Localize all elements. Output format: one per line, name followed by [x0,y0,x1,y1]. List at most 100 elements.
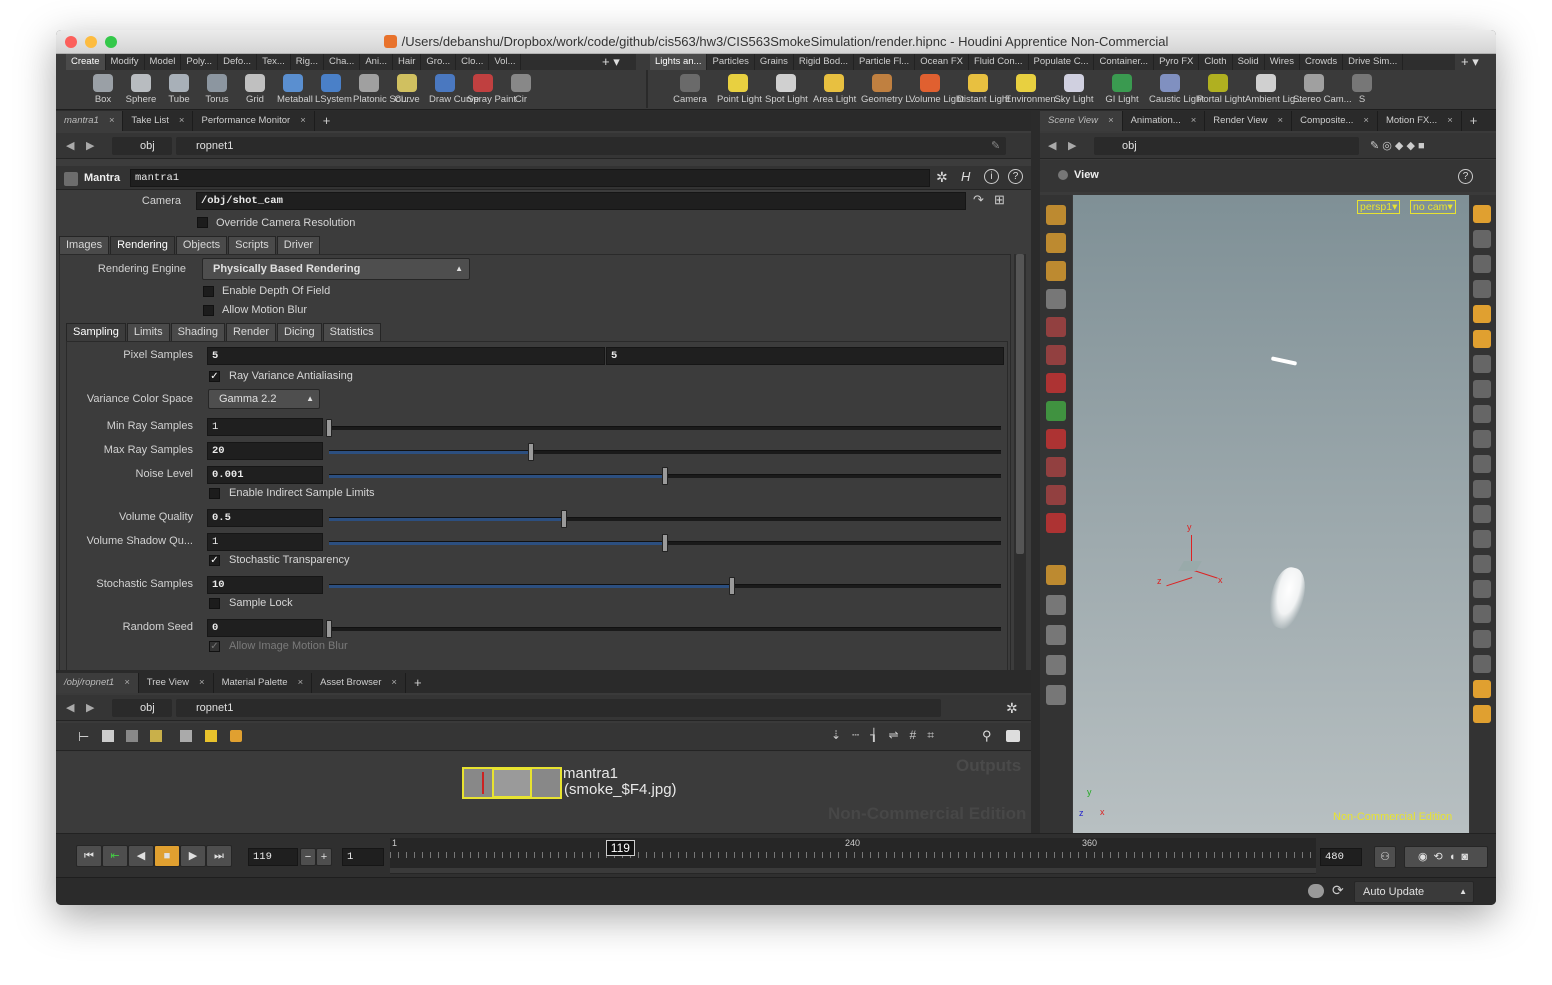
sample-lock-checkbox[interactable] [209,598,220,609]
viewport-tool-icon[interactable] [1046,317,1066,337]
shelf-tool-point-light[interactable]: Point Light [714,71,762,109]
shelf-tool-torus[interactable]: Torus [198,71,236,109]
viewport-tool-icon[interactable] [1046,345,1066,365]
shelf-tab[interactable]: Cloth [1199,54,1233,70]
slider-handle[interactable] [729,577,736,595]
jump-end-button[interactable]: ⏭ [206,845,232,867]
shelf-add-tab-icon[interactable]: + ▾ [602,54,642,70]
viewport-tool-icon[interactable] [1046,205,1066,225]
display-option-icon[interactable] [1473,305,1491,323]
network-editor[interactable]: mantra1 (smoke_$F4.jpg) Outputs Non-Comm… [56,752,1031,833]
path-root-obj[interactable]: obj [112,137,172,155]
display-option-icon[interactable] [1473,630,1491,648]
tab-driver[interactable]: Driver [276,236,321,254]
pane-tab[interactable]: /obj/ropnet1 × [56,673,139,693]
shelf-tool-spray-paint[interactable]: Spray Paint [464,71,516,109]
shelf-add-tab-right-icon[interactable]: + ▾ [1461,54,1495,70]
tab-shading[interactable]: Shading [170,323,225,341]
depth-of-field-checkbox[interactable] [203,286,214,297]
viewport-tool-icon[interactable] [1046,685,1066,705]
shelf-tab[interactable]: Cha... [324,54,361,70]
shelf-tab[interactable]: Wires [1265,54,1300,70]
shelf-tab[interactable]: Drive Sim... [1343,54,1404,70]
zoom-window-button[interactable] [105,36,117,48]
pane-tab[interactable]: Animation... × [1123,111,1206,131]
param-scrollbar[interactable] [1014,254,1026,671]
viewport-tool-icon[interactable] [1046,401,1066,421]
keyframe-tools-icon[interactable]: ⚇ [1374,846,1396,868]
viewport-tool-icon[interactable] [1046,261,1066,281]
close-tab-icon[interactable]: × [1108,115,1114,126]
pane-tab[interactable]: Composite... × [1292,111,1378,131]
slider-handle[interactable] [662,534,668,552]
shelf-tab[interactable]: Rigid Bod... [794,54,855,70]
display-option-icon[interactable] [1473,205,1491,223]
slider-handle[interactable] [561,510,568,528]
start-frame-field[interactable]: 1 [342,848,384,866]
forward-arrow-icon[interactable]: ▶ [86,137,94,155]
shelf-tool-curve[interactable]: Curve [388,71,426,109]
network-gear-icon[interactable]: ✲ [1006,699,1018,717]
update-mode-menu[interactable]: Auto Update ▲ [1354,881,1474,903]
slider-value-field[interactable]: 0.001 [207,466,323,484]
shelf-tab[interactable]: Poly... [181,54,219,70]
close-tab-icon[interactable]: × [298,677,304,688]
slider-track[interactable] [329,534,1001,552]
stochastic-transparency-checkbox[interactable]: ✓ [209,555,220,566]
tab-scripts[interactable]: Scripts [228,236,276,254]
network-path-node[interactable]: ropnet1 [176,699,941,717]
shelf-tab[interactable]: Particle Fl... [854,54,916,70]
back-arrow-icon[interactable]: ◀ [66,137,74,155]
tab-render[interactable]: Render [225,323,277,341]
tab-limits[interactable]: Limits [126,323,170,341]
pane-tab[interactable]: Render View × [1205,111,1293,131]
pixel-samples-x-field[interactable]: 5 [207,347,605,365]
shelf-tool-platonic[interactable]: Platonic Sol... [350,71,411,109]
shelf-tool-environment-light[interactable]: Environmen... [1002,71,1064,109]
viewport-tool-icon[interactable] [1046,625,1066,645]
shelf-tool-metaball[interactable]: Metaball [274,71,313,109]
add-tab-icon[interactable]: + [315,111,339,131]
network-path-root[interactable]: obj [112,699,172,717]
shelf-tab[interactable]: Clo... [456,54,490,70]
viewport-tool-icon[interactable] [1046,655,1066,675]
rendering-engine-menu[interactable]: Physically Based Rendering ▲ [202,258,470,280]
play-forward-button[interactable]: ▶ [180,845,206,867]
stop-button[interactable]: ■ [154,845,180,867]
close-tab-icon[interactable]: × [179,115,185,126]
override-camera-checkbox[interactable] [197,217,208,228]
tab-objects[interactable]: Objects [175,236,228,254]
close-tab-icon[interactable]: × [1363,115,1369,126]
mantra-rop-node[interactable] [462,767,562,799]
slider-handle[interactable] [326,620,332,638]
close-tab-icon[interactable]: × [300,115,306,126]
viewport-tool-icon[interactable] [1046,373,1066,393]
add-tab-icon[interactable]: + [406,673,430,693]
jump-start-button[interactable]: ⏮ [76,845,102,867]
display-option-icon[interactable] [1473,530,1491,548]
display-option-icon[interactable] [1473,655,1491,673]
forward-arrow-icon[interactable]: ▶ [1068,137,1076,155]
help-h-icon[interactable]: H [961,169,970,184]
refresh-icon[interactable]: ⟳ [1332,882,1344,899]
shelf-tab[interactable]: Grains [755,54,794,70]
slider-handle[interactable] [662,467,668,485]
display-option-icon[interactable] [1473,555,1491,573]
shelf-tool-geometry-light[interactable]: Geometry L... [858,71,919,109]
view-help-icon[interactable]: ? [1458,169,1473,184]
shelf-tool-portal-light[interactable]: Portal Light [1194,71,1245,109]
ray-variance-checkbox[interactable]: ✓ [209,371,220,382]
pane-tab[interactable]: Motion FX... × [1378,111,1462,131]
shelf-tool-draw-curve[interactable]: Draw Curve [426,71,479,109]
viewport-tool-icon[interactable] [1046,565,1066,585]
add-tab-icon[interactable]: + [1462,111,1486,131]
slider-track[interactable] [329,510,1001,528]
slider-value-field[interactable]: 0 [207,619,323,637]
display-option-icon[interactable] [1473,605,1491,623]
pane-tab[interactable]: Material Palette × [214,673,313,693]
pane-tab[interactable]: Take List × [123,111,194,131]
slider-handle[interactable] [326,419,332,437]
pane-tab[interactable]: mantra1 × [56,111,124,131]
slider-value-field[interactable]: 0.5 [207,509,323,527]
viewport-tool-icon[interactable] [1046,485,1066,505]
